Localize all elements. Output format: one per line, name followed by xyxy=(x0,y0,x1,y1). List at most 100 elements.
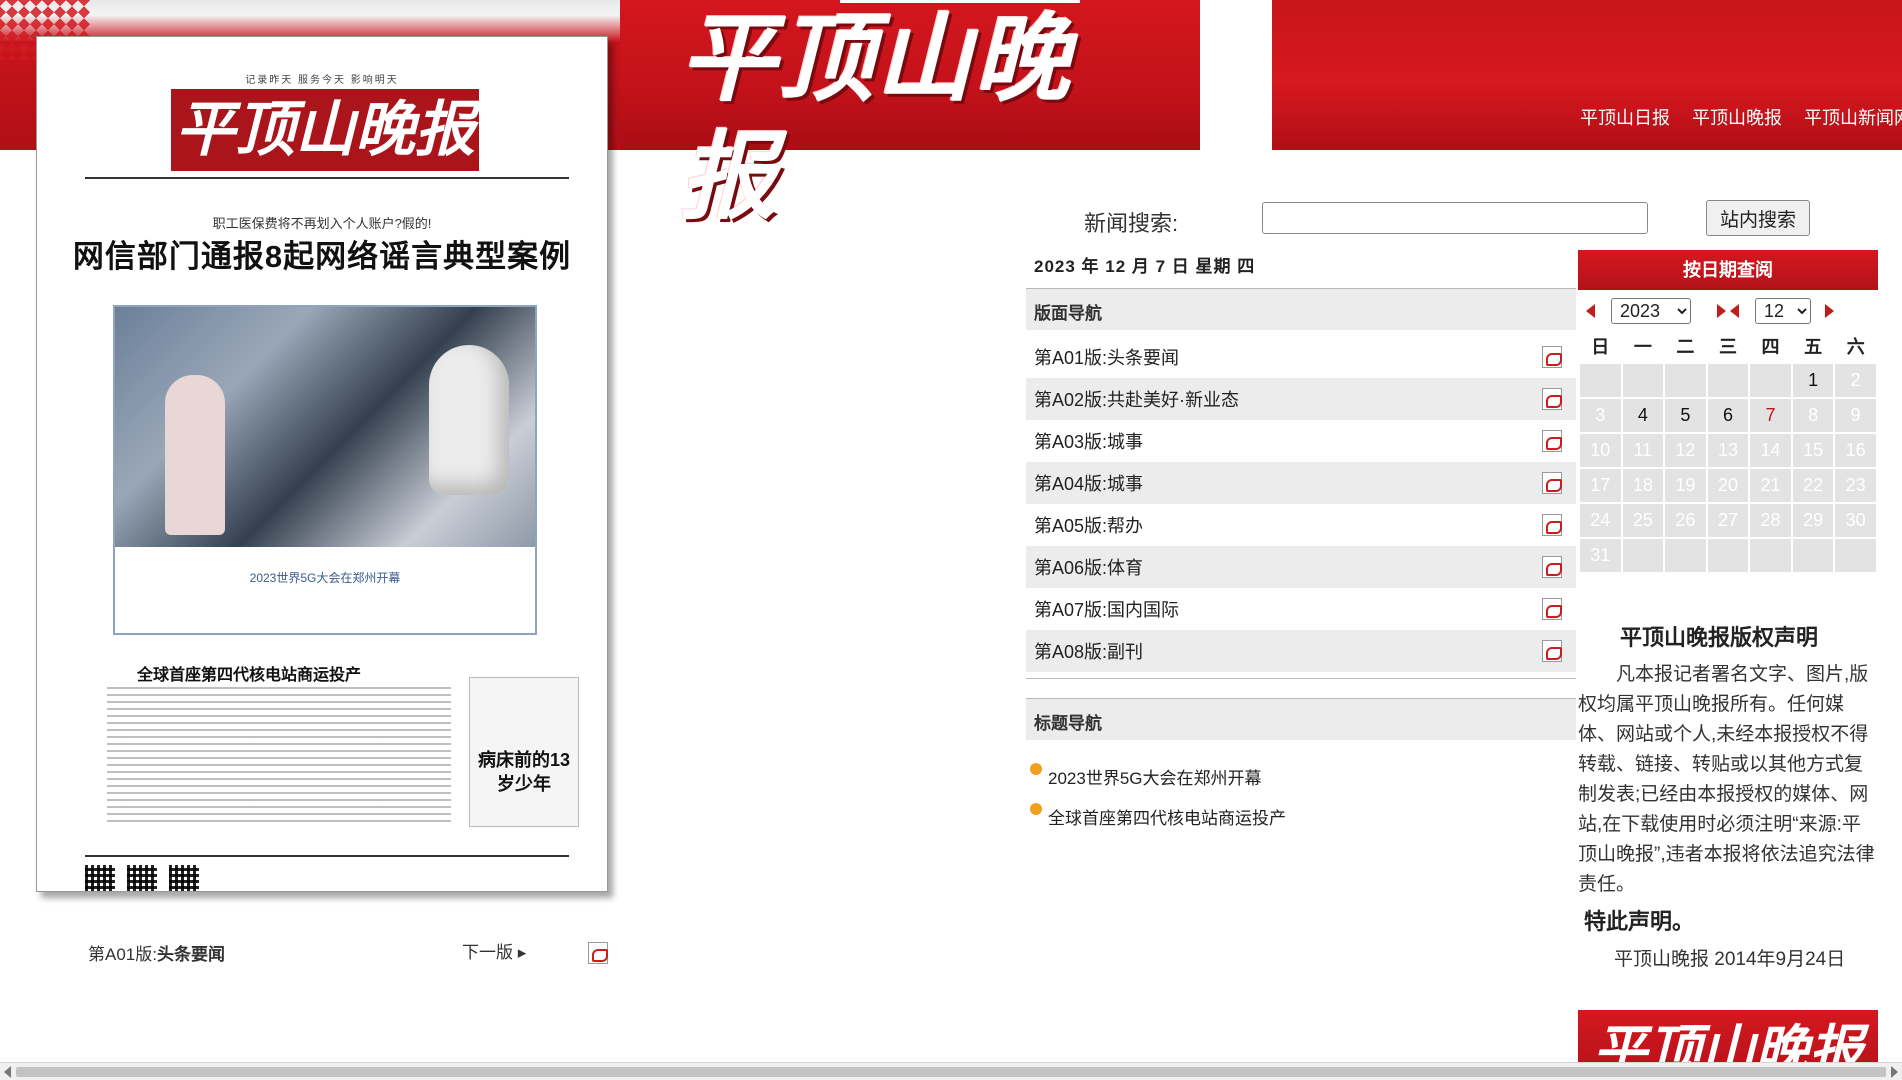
edition-item[interactable]: 第A06版:体育 xyxy=(1026,546,1576,588)
calendar-day: 12 xyxy=(1665,434,1706,467)
calendar-day: 10 xyxy=(1580,434,1621,467)
pdf-icon[interactable] xyxy=(1542,640,1562,662)
site-logo: 平顶山晚报 xyxy=(680,2,1072,233)
edition-link[interactable]: 第A07版:国内国际 xyxy=(1034,596,1179,622)
calendar-week: 31 xyxy=(1580,539,1876,572)
pdf-icon[interactable] xyxy=(1542,430,1562,452)
scroll-left-icon[interactable] xyxy=(4,1066,11,1078)
horizontal-scrollbar[interactable] xyxy=(0,1062,1902,1080)
calendar-empty-cell xyxy=(1750,364,1791,397)
paper-kicker[interactable]: 职工医保费将不再划入个人账户?假的! xyxy=(37,213,607,232)
month-select[interactable]: 12 xyxy=(1755,298,1811,324)
top-link-news[interactable]: 平顶山新闻网 xyxy=(1804,104,1902,130)
pdf-icon[interactable] xyxy=(1542,598,1562,620)
calendar-day: 31 xyxy=(1580,539,1621,572)
paper-body-text xyxy=(107,687,451,827)
edition-item[interactable]: 第A01版:头条要闻 xyxy=(1026,336,1576,378)
pdf-icon[interactable] xyxy=(588,942,608,964)
edition-link[interactable]: 第A08版:副刊 xyxy=(1034,638,1143,664)
edition-link[interactable]: 第A06版:体育 xyxy=(1034,554,1143,580)
next-page-link[interactable]: 下一版 ▸ xyxy=(462,938,526,963)
calendar-day[interactable]: 4 xyxy=(1622,399,1664,432)
calendar-day: 15 xyxy=(1792,434,1834,467)
prev-month-icon[interactable] xyxy=(1730,304,1739,318)
scroll-right-icon[interactable] xyxy=(1891,1066,1898,1078)
edition-list: 第A01版:头条要闻 第A02版:共赴美好·新业态 第A03版:城事 第A04版… xyxy=(1026,336,1576,672)
headline-link[interactable]: 2023世界5G大会在郑州开幕 xyxy=(1048,764,1262,789)
next-month-icon[interactable] xyxy=(1825,304,1834,318)
calendar-day: 28 xyxy=(1750,504,1791,537)
calendar-day: 11 xyxy=(1622,434,1664,467)
paper-photo-caption: 2023世界5G大会在郑州开幕 xyxy=(249,571,401,585)
calendar-empty-cell xyxy=(1792,539,1834,572)
pdf-icon[interactable] xyxy=(1542,514,1562,536)
edition-link[interactable]: 第A03版:城事 xyxy=(1034,428,1143,454)
edition-link[interactable]: 第A05版:帮办 xyxy=(1034,512,1143,538)
edition-item[interactable]: 第A03版:城事 xyxy=(1026,420,1576,462)
next-year-icon[interactable] xyxy=(1717,304,1726,318)
copyright-special: 特此声明。 xyxy=(1584,909,1695,934)
paper-masthead: 平顶山晚报 xyxy=(171,89,479,171)
top-link-rbao[interactable]: 平顶山日报 xyxy=(1580,104,1670,130)
calendar-day: 18 xyxy=(1622,469,1664,502)
calendar-day: 3 xyxy=(1580,399,1621,432)
calendar-week: 17 18 19 20 21 22 23 xyxy=(1580,469,1876,502)
edition-item[interactable]: 第A02版:共赴美好·新业态 xyxy=(1026,378,1576,420)
edition-item[interactable]: 第A05版:帮办 xyxy=(1026,504,1576,546)
edition-item[interactable]: 第A07版:国内国际 xyxy=(1026,588,1576,630)
scrollbar-thumb[interactable] xyxy=(16,1067,1886,1077)
paper-footer xyxy=(85,855,569,891)
calendar-empty-cell xyxy=(1665,539,1706,572)
weekday-header: 三 xyxy=(1707,330,1749,362)
calendar-day: 23 xyxy=(1835,469,1876,502)
pdf-icon[interactable] xyxy=(1542,346,1562,368)
calendar-day[interactable]: 7 xyxy=(1750,399,1791,432)
newspaper-page-preview[interactable]: 记录昨天 服务今天 影响明天 平顶山晚报 职工医保费将不再划入个人账户?假的! … xyxy=(36,36,608,892)
calendar-day[interactable]: 1 xyxy=(1792,364,1834,397)
calendar-day: 22 xyxy=(1792,469,1834,502)
calendar-day: 26 xyxy=(1665,504,1706,537)
edition-link[interactable]: 第A02版:共赴美好·新业态 xyxy=(1034,386,1239,412)
edition-item[interactable]: 第A08版:副刊 xyxy=(1026,630,1576,672)
calendar-empty-cell xyxy=(1835,539,1876,572)
year-select[interactable]: 2023 xyxy=(1611,298,1691,324)
headline-list: 2023世界5G大会在郑州开幕 全球首座第四代核电站商运投产 xyxy=(1030,756,1550,836)
top-link-wanbao[interactable]: 平顶山晚报 xyxy=(1692,104,1782,130)
search-button[interactable]: 站内搜索 xyxy=(1706,200,1810,236)
pdf-icon[interactable] xyxy=(1542,472,1562,494)
calendar-empty-cell xyxy=(1580,364,1621,397)
weekday-header: 六 xyxy=(1835,330,1876,362)
prev-year-icon[interactable] xyxy=(1586,304,1595,318)
calendar-nav: 2023 12 xyxy=(1578,292,1878,330)
headline-item[interactable]: 全球首座第四代核电站商运投产 xyxy=(1030,796,1550,836)
calendar-day: 30 xyxy=(1835,504,1876,537)
edition-link[interactable]: 第A01版:头条要闻 xyxy=(1034,344,1179,370)
paper-headline[interactable]: 网信部门通报8起网络谣言典型案例 xyxy=(37,231,607,276)
headline-link[interactable]: 全球首座第四代核电站商运投产 xyxy=(1048,804,1286,829)
copyright-title: 平顶山晚报版权声明 xyxy=(1620,625,1819,650)
headline-item[interactable]: 2023世界5G大会在郑州开幕 xyxy=(1030,756,1550,796)
calendar-day: 24 xyxy=(1580,504,1621,537)
copyright-body: 凡本报记者署名文字、图片,版权均属平顶山晚报所有。任何媒体、网站或个人,未经本报… xyxy=(1578,664,1875,895)
banner-gap xyxy=(1200,0,1272,150)
search-input[interactable] xyxy=(1262,202,1648,234)
pdf-icon[interactable] xyxy=(1542,388,1562,410)
calendar-week: 12 xyxy=(1580,364,1876,397)
bullet-icon xyxy=(1030,803,1042,815)
bullet-icon xyxy=(1030,763,1042,775)
calendar-day[interactable]: 6 xyxy=(1707,399,1749,432)
qr-code-icon xyxy=(127,865,157,891)
edition-item[interactable]: 第A04版:城事 xyxy=(1026,462,1576,504)
calendar-day[interactable]: 5 xyxy=(1665,399,1706,432)
pdf-icon[interactable] xyxy=(1542,556,1562,578)
paper-sidebox-title: 病床前的13岁少年 xyxy=(477,750,571,794)
paper-sidebox[interactable]: 病床前的13岁少年 xyxy=(469,677,579,827)
calendar-day: 9 xyxy=(1835,399,1876,432)
paper-subhead[interactable]: 全球首座第四代核电站商运投产 xyxy=(137,661,361,685)
weekday-header: 四 xyxy=(1750,330,1791,362)
edition-link[interactable]: 第A04版:城事 xyxy=(1034,470,1143,496)
calendar-day: 27 xyxy=(1707,504,1749,537)
issue-date: 2023 年 12 月 7 日 星期 四 xyxy=(1034,257,1256,276)
calendar-empty-cell xyxy=(1707,539,1749,572)
caret-right-icon: ▸ xyxy=(517,943,527,962)
